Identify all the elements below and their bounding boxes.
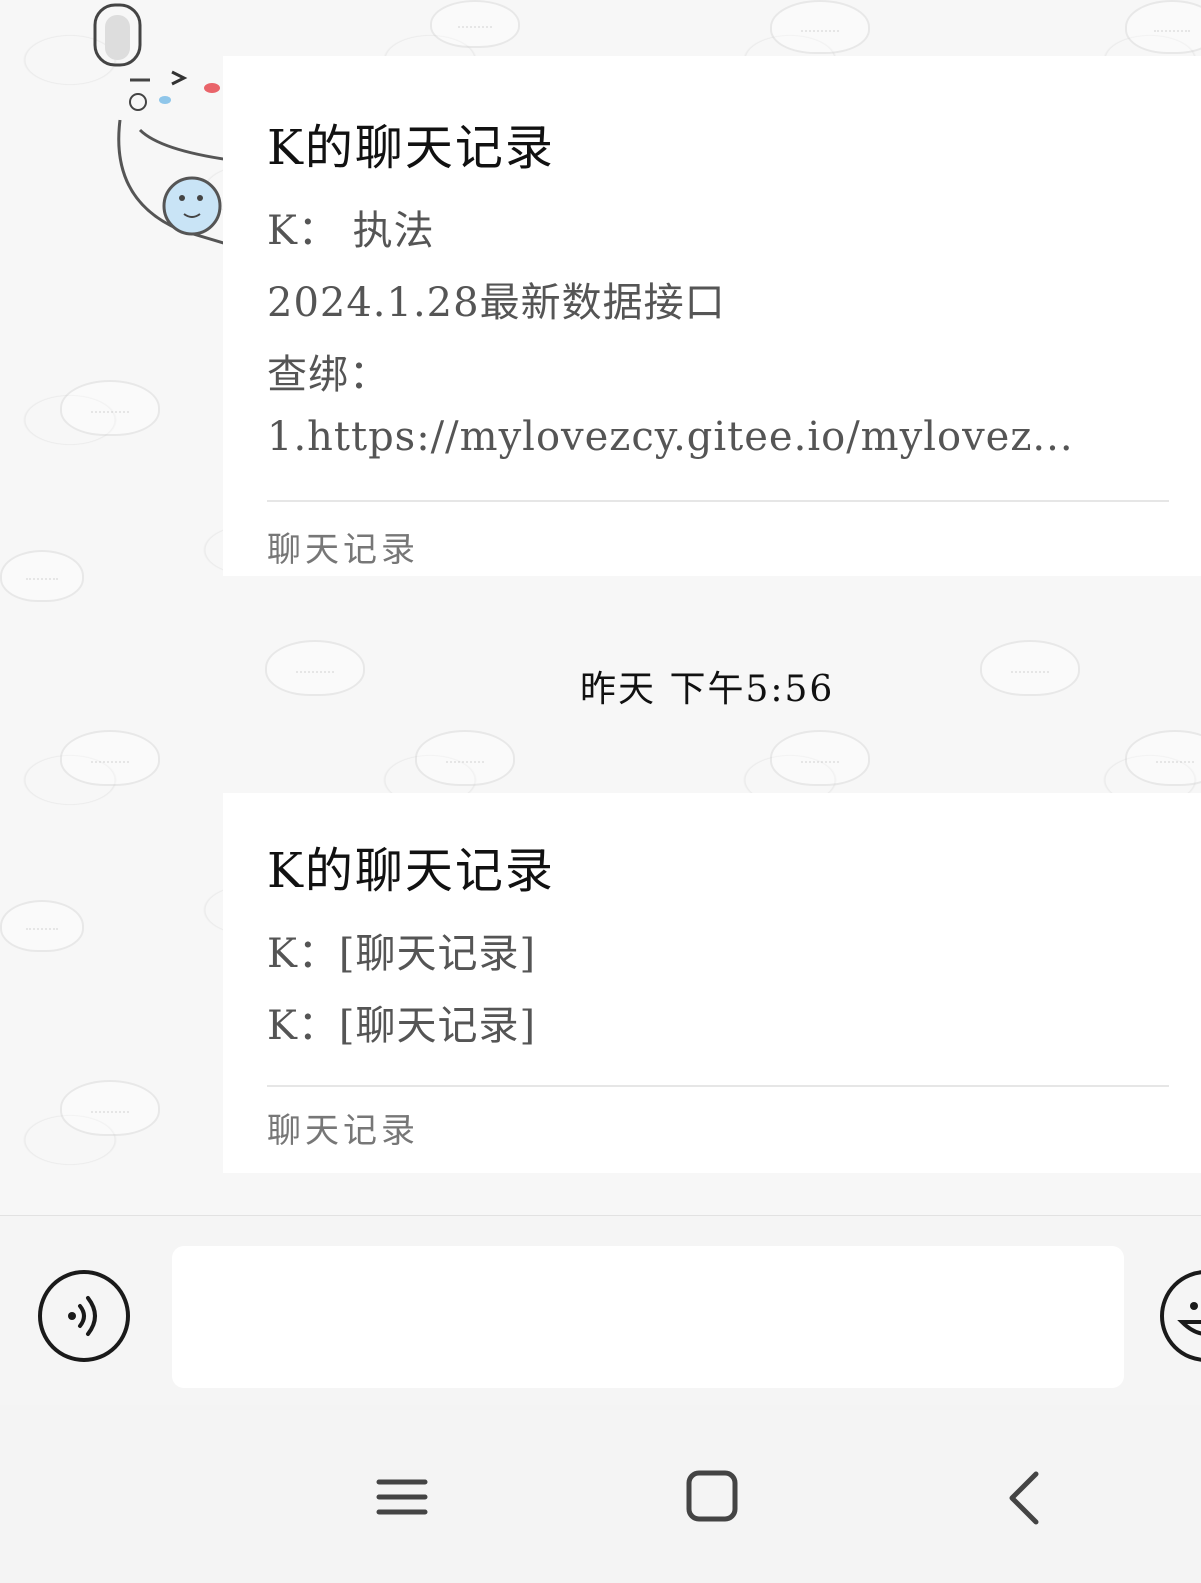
chat-record-card[interactable]: K的聊天记录 K：[聊天记录] K：[聊天记录] 聊天记录	[223, 793, 1201, 1173]
chat-record-preview-line: 2024.1.28最新数据接口	[267, 280, 726, 326]
message-input[interactable]	[172, 1246, 1124, 1388]
wallpaper-doodle-icon	[60, 730, 160, 786]
rounded-square-icon	[686, 1470, 738, 1522]
chat-record-footer-label: 聊天记录	[267, 530, 419, 570]
wallpaper-doodle-icon	[770, 730, 870, 786]
wallpaper-doodle-icon	[265, 640, 365, 696]
menu-lines-icon	[376, 1479, 428, 1515]
chat-screen: K的聊天记录 K： 执法 2024.1.28最新数据接口 查绑： 1.https…	[0, 0, 1201, 1583]
wallpaper-doodle-icon	[415, 730, 515, 786]
chat-record-preview-line: K：[聊天记录]	[267, 1003, 537, 1049]
chat-record-preview-line: 查绑：	[267, 352, 390, 398]
chat-message-area[interactable]: K的聊天记录 K： 执法 2024.1.28最新数据接口 查绑： 1.https…	[0, 0, 1201, 1215]
wallpaper-doodle-icon	[1125, 0, 1201, 54]
card-divider	[267, 500, 1169, 502]
message-timestamp: 昨天 下午5:56	[580, 669, 835, 710]
voice-input-icon	[68, 1296, 97, 1336]
back-button[interactable]	[990, 1460, 1070, 1540]
wallpaper-doodle-icon	[980, 640, 1080, 696]
chat-record-preview-line: K： 执法	[267, 208, 435, 254]
voice-input-button[interactable]	[38, 1270, 130, 1362]
wallpaper-doodle-icon	[1125, 730, 1201, 786]
wallpaper-doodle-icon	[430, 0, 520, 48]
chat-record-preview-line: K：[聊天记录]	[267, 931, 537, 977]
wallpaper-doodle-icon	[60, 1080, 160, 1136]
chevron-left-icon	[1009, 1471, 1039, 1525]
chat-record-title: K的聊天记录	[267, 843, 555, 899]
wallpaper-doodle-icon	[0, 900, 84, 952]
home-button[interactable]	[676, 1460, 756, 1540]
chat-record-card[interactable]: K的聊天记录 K： 执法 2024.1.28最新数据接口 查绑： 1.https…	[223, 56, 1201, 576]
recent-apps-button[interactable]	[365, 1460, 445, 1540]
wallpaper-doodle-icon	[60, 380, 160, 436]
chat-record-title: K的聊天记录	[267, 120, 555, 176]
wallpaper-doodle-icon	[0, 550, 84, 602]
avatar[interactable]	[0, 0, 230, 270]
card-divider	[267, 1085, 1169, 1087]
chat-record-preview-line: 1.https://mylovezcy.gitee.io/mylovez...	[267, 414, 1074, 460]
wallpaper-doodle-icon	[770, 0, 870, 54]
chat-record-footer-label: 聊天记录	[267, 1111, 419, 1151]
